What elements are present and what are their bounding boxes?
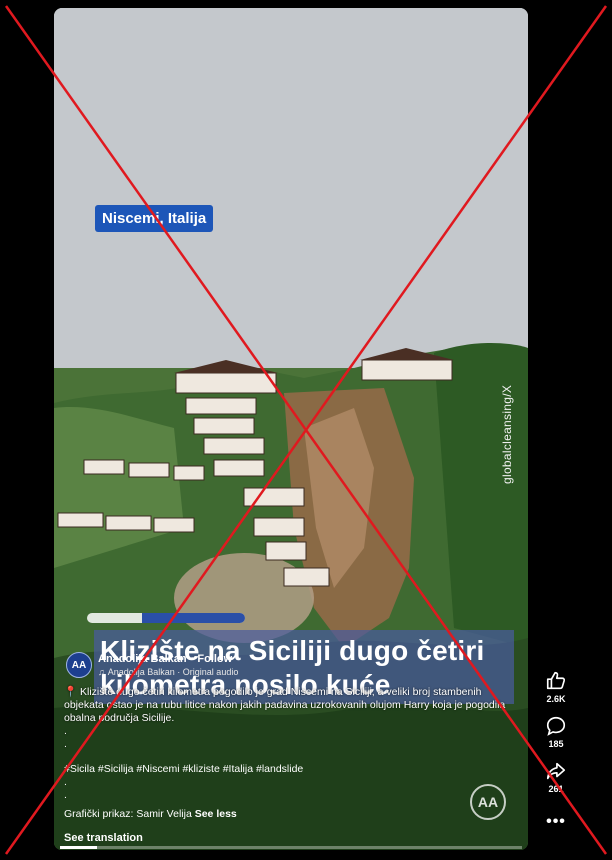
like-count: 2.6K — [546, 694, 566, 704]
caption-text: Klizište dugo četiri kilometra pogodilo … — [64, 686, 506, 724]
share-icon — [546, 762, 566, 780]
pin-icon: 📍 — [64, 686, 78, 698]
overlay-progress-bar — [87, 613, 245, 623]
more-icon[interactable]: ••• — [546, 813, 566, 831]
comment-icon — [546, 716, 566, 736]
hashtags[interactable]: #Sicila #Sicilija #Niscemi #kliziste #It… — [64, 763, 303, 775]
caption-dot: . — [64, 725, 67, 737]
like-button[interactable]: 2.6K — [545, 670, 567, 704]
caption-dots: .. — [64, 776, 67, 801]
overlay-progress-fill — [142, 613, 245, 623]
like-icon — [546, 671, 566, 690]
audio-label[interactable]: Anadolija Balkan · Original audio — [108, 667, 239, 677]
caption-credit: Grafički prikaz: Samir Velija See less — [64, 808, 237, 820]
see-less-link[interactable]: See less — [195, 808, 237, 820]
credit-text: Grafički prikaz: Samir Velija — [64, 808, 192, 820]
caption-dot: . — [64, 738, 67, 750]
action-rail: 2.6K 185 261 ••• — [536, 670, 576, 831]
follow-button[interactable]: · Follow — [191, 653, 233, 665]
anadolu-logo: AA — [470, 784, 506, 820]
comment-count: 185 — [548, 739, 564, 749]
post-header: AA Anadolija Balkan · Follow ♫ Anadolija… — [66, 650, 238, 680]
watermark-text: globalcleansing/X — [500, 384, 514, 484]
comment-button[interactable]: 185 — [545, 715, 567, 749]
avatar[interactable]: AA — [66, 652, 92, 678]
see-translation-link[interactable]: See translation — [64, 832, 143, 844]
post-caption: 📍 Klizište dugo četiri kilometra pogodil… — [64, 686, 520, 751]
seekbar-fill — [60, 846, 97, 849]
video-player[interactable]: Niscemi, Italija globalcleansing/X Klizi… — [54, 8, 528, 850]
share-count: 261 — [548, 784, 564, 794]
account-name[interactable]: Anadolija Balkan — [98, 653, 187, 665]
video-seekbar[interactable] — [60, 846, 522, 849]
location-tag: Niscemi, Italija — [95, 205, 214, 232]
music-note-icon: ♫ — [98, 667, 105, 677]
share-button[interactable]: 261 — [545, 760, 567, 794]
